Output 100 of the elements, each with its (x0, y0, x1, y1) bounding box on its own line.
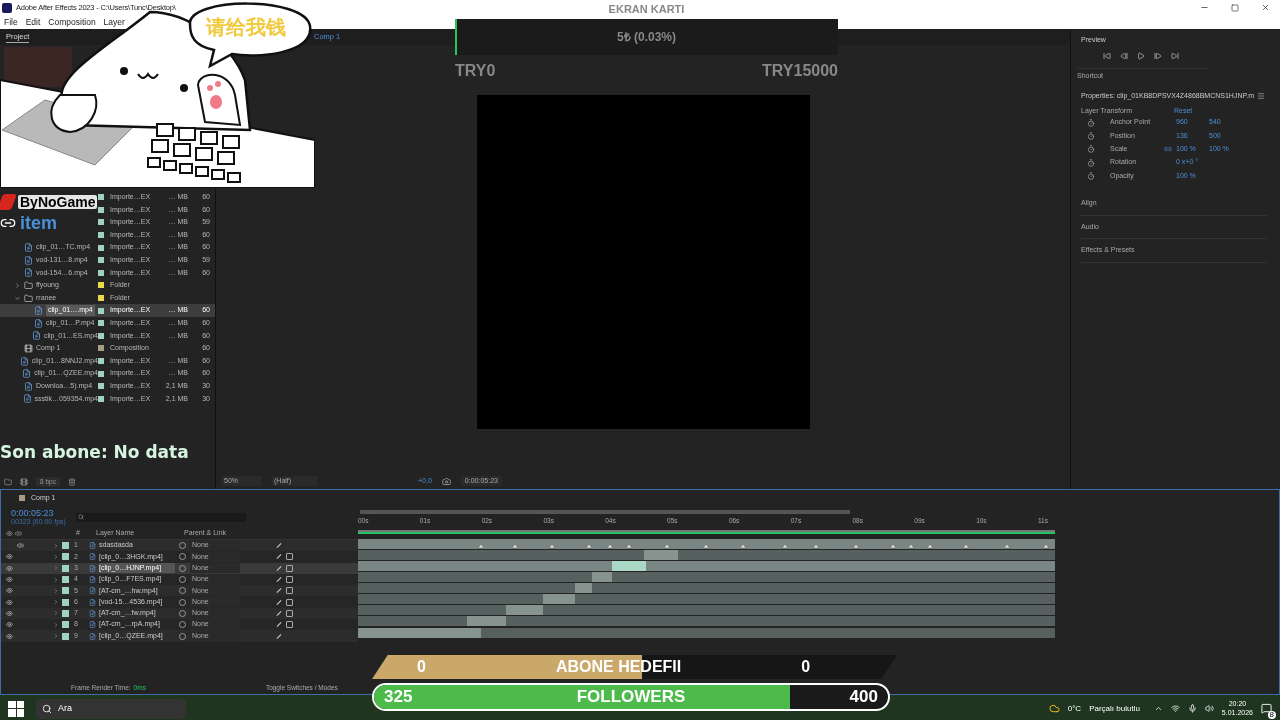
label-color-swatch (62, 587, 69, 595)
video-file-icon (89, 553, 96, 561)
brand-logo-text: ByNoGame (18, 195, 98, 209)
eye-icon[interactable] (5, 609, 13, 617)
close-icon[interactable] (1261, 3, 1270, 12)
layer-search-field[interactable] (75, 512, 246, 522)
maximize-icon[interactable] (1231, 3, 1239, 12)
video-file-icon (34, 318, 43, 328)
notification-count: 8 (1267, 711, 1276, 719)
search-icon (42, 703, 52, 714)
effects-switch-icon[interactable] (286, 564, 293, 572)
effects-switch-icon[interactable] (286, 587, 293, 595)
volume-icon[interactable] (1204, 704, 1214, 713)
menu-item[interactable]: Layer (103, 15, 125, 29)
current-timecode[interactable]: 0:00:05:23 (11, 509, 66, 518)
donation-progress-text: 5₺ (0.03%) (617, 29, 676, 46)
play-icon[interactable] (1137, 51, 1145, 60)
video-file-icon (89, 576, 96, 584)
video-file-icon (89, 598, 96, 606)
next-frame-icon[interactable] (1154, 51, 1162, 60)
goal-current: 325 (384, 686, 413, 709)
speaker-icon[interactable] (17, 542, 24, 550)
search-icon (77, 514, 84, 520)
speech-bubble-text: 请给我钱 (206, 17, 286, 37)
video-file-icon (22, 394, 32, 404)
eye-icon[interactable] (5, 553, 13, 561)
eye-icon[interactable] (5, 598, 13, 606)
temperature: 0°C (1067, 702, 1082, 715)
goal-label: FOLLOWERS (576, 686, 686, 709)
tray-overflow-icon[interactable] (1153, 704, 1163, 713)
new-composition-icon[interactable] (20, 478, 28, 486)
label-color-swatch (62, 553, 69, 561)
stopwatch-icon[interactable] (1087, 131, 1095, 140)
goal-title: EKRAN KARTI (607, 2, 686, 17)
video-file-icon (89, 587, 96, 595)
webcam-photo-placeholder (4, 47, 72, 87)
goal-current: 0 (417, 657, 426, 677)
last-frame-icon[interactable] (1171, 51, 1179, 60)
label-color-swatch (62, 542, 69, 550)
video-file-icon (24, 381, 33, 391)
goal-minimum: TRY0 (455, 61, 496, 81)
effects-switch-icon[interactable] (286, 621, 293, 629)
video-file-icon (34, 306, 43, 316)
effects-switch-icon[interactable] (286, 598, 293, 606)
app-logo-icon (2, 2, 12, 13)
label-color-swatch (62, 609, 69, 617)
start-button[interactable] (8, 700, 24, 717)
label-color-swatch (62, 576, 69, 584)
weather-text: Parçalı bulutlu (1089, 702, 1140, 715)
eye-icon[interactable] (5, 632, 13, 640)
video-file-icon (19, 356, 29, 366)
visibility-header-icon (6, 530, 13, 537)
brand-logo-text: item (20, 214, 57, 232)
folder-icon (24, 280, 33, 290)
snapshot-icon[interactable] (441, 476, 451, 486)
menu-item[interactable]: File (4, 15, 18, 29)
stopwatch-icon[interactable] (1087, 145, 1095, 154)
new-folder-icon[interactable] (4, 478, 12, 486)
eye-icon[interactable] (5, 587, 13, 595)
previous-frame-icon[interactable] (1120, 51, 1128, 60)
eye-icon[interactable] (5, 576, 13, 584)
video-file-icon (89, 542, 96, 550)
composition-swatch (19, 495, 25, 501)
last-subscriber-text: Son abone: No data (0, 441, 189, 464)
menu-item[interactable]: Edit (25, 15, 41, 29)
effects-switch-icon[interactable] (286, 609, 293, 617)
effects-switch-icon[interactable] (286, 553, 293, 561)
video-file-icon (31, 331, 41, 341)
goal-maximum: TRY15000 (762, 61, 838, 81)
composition-icon (24, 343, 33, 353)
video-file-icon (24, 255, 33, 265)
audio-header-icon (15, 530, 22, 537)
first-frame-icon[interactable] (1103, 51, 1111, 60)
effects-switch-icon[interactable] (286, 576, 293, 584)
label-color-swatch (62, 632, 69, 640)
eye-icon[interactable] (5, 621, 13, 629)
stopwatch-icon[interactable] (1087, 158, 1095, 167)
video-file-icon (24, 243, 33, 253)
menu-icon[interactable] (1257, 92, 1265, 101)
weather-icon (1048, 703, 1060, 714)
video-file-icon (89, 609, 96, 617)
notifications-icon[interactable] (1261, 703, 1272, 714)
stopwatch-icon[interactable] (1087, 171, 1095, 180)
video-file-icon (89, 564, 96, 572)
network-icon[interactable] (1170, 704, 1180, 713)
video-file-icon (22, 369, 32, 379)
video-file-icon (89, 621, 96, 629)
delete-icon[interactable] (67, 478, 76, 486)
goal-target: 400 (849, 686, 878, 709)
video-file-icon (89, 632, 96, 640)
menu-item[interactable]: Composition (48, 15, 96, 29)
video-file-icon (24, 268, 33, 278)
eye-icon[interactable] (5, 564, 13, 572)
folder-icon (24, 293, 33, 303)
taskbar-search-field[interactable]: Ara (36, 698, 186, 719)
stopwatch-icon[interactable] (1087, 118, 1095, 127)
link-icon[interactable] (1164, 145, 1172, 154)
label-color-swatch (62, 621, 69, 629)
microphone-icon[interactable] (1187, 704, 1197, 713)
label-color-swatch (62, 564, 69, 572)
